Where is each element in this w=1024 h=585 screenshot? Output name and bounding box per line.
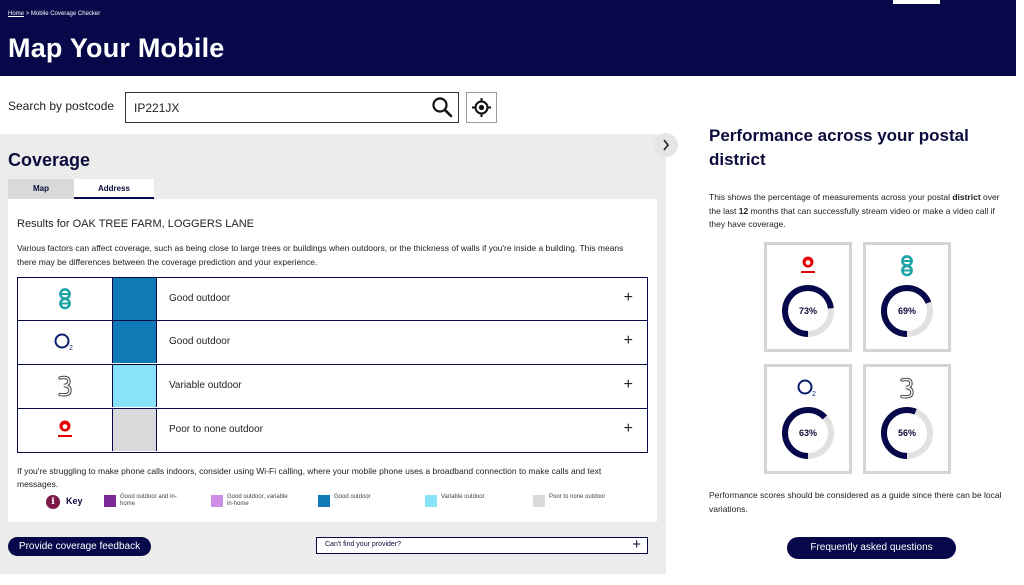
page-edge (1016, 0, 1024, 585)
o2-logo-icon: 2 (18, 321, 112, 363)
performance-percent: 73% (798, 306, 817, 316)
three-logo-icon (866, 375, 948, 401)
coverage-swatch (112, 365, 157, 407)
coverage-row-o2[interactable]: 2 Good outdoor + (17, 321, 648, 365)
locate-me-button[interactable] (466, 92, 497, 123)
performance-card-o2: 2 63% (764, 364, 852, 474)
breadcrumb: Home > Mobile Coverage Checker (8, 11, 100, 17)
coverage-key: i Key Good outdoor and in-home Good outd… (46, 493, 656, 511)
key-item-label: Good outdoor and in-home (120, 494, 177, 507)
expand-icon[interactable]: + (624, 419, 633, 439)
postcode-input[interactable] (134, 99, 414, 117)
performance-percent: 56% (897, 428, 916, 438)
coverage-row-vodafone[interactable]: Poor to none outdoor + (17, 409, 648, 453)
vodafone-logo-icon (18, 409, 112, 451)
ee-logo-icon (866, 253, 948, 279)
performance-percent: 63% (798, 428, 817, 438)
address-results: Results for OAK TREE FARM, LOGGERS LANE … (8, 199, 657, 522)
svg-text:2: 2 (812, 391, 816, 398)
coverage-panel: Coverage Map Address Results for OAK TRE… (0, 134, 666, 574)
vodafone-logo-icon (767, 253, 849, 279)
tab-address[interactable]: Address (74, 179, 154, 199)
page-header: Home > Mobile Coverage Checker Map Your … (0, 0, 1016, 76)
ee-logo-icon (18, 278, 112, 320)
coverage-status: Good outdoor (169, 336, 231, 347)
performance-card-ee: 69% (863, 242, 951, 352)
search-label: Search by postcode (8, 99, 115, 113)
key-item-label: Good outdoor (334, 494, 371, 500)
svg-text:2: 2 (69, 345, 73, 352)
performance-title: Performance across your postal district (709, 126, 969, 169)
collapse-panel-button[interactable] (654, 133, 678, 157)
coverage-description: Various factors can affect coverage, suc… (17, 243, 624, 267)
performance-section: Performance across your postal district … (709, 124, 1009, 229)
postcode-search: Search by postcode (0, 90, 520, 124)
tab-map[interactable]: Map (8, 179, 74, 199)
key-swatch (533, 495, 545, 507)
cant-find-provider-label: Can't find your provider? (325, 541, 402, 548)
cant-find-provider-toggle[interactable]: Can't find your provider? + (316, 536, 648, 554)
o2-logo-icon: 2 (767, 375, 849, 401)
coverage-table: Good outdoor + 2 Good outdoor + Variable… (17, 277, 648, 453)
faq-button[interactable]: Frequently asked questions (787, 537, 956, 559)
breadcrumb-current: Mobile Coverage Checker (30, 11, 101, 17)
breadcrumb-home-link[interactable]: Home (8, 11, 24, 17)
info-icon: i (46, 495, 60, 509)
coverage-row-three[interactable]: Variable outdoor + (17, 365, 648, 409)
coverage-swatch (112, 409, 157, 451)
performance-intro: This shows the percentage of measurement… (709, 192, 1000, 229)
key-swatch (104, 495, 116, 507)
coverage-title: Coverage (8, 150, 91, 170)
page-title: Map Your Mobile (8, 33, 225, 63)
performance-card-three: 56% (863, 364, 951, 474)
performance-card-vodafone: 73% (764, 242, 852, 352)
coverage-status: Variable outdoor (169, 380, 242, 391)
expand-icon[interactable]: + (624, 288, 633, 308)
key-item-label: Variable outdoor (441, 494, 485, 500)
search-box (125, 92, 459, 123)
coverage-swatch (112, 278, 157, 320)
key-swatch (318, 495, 330, 507)
plus-icon: + (632, 536, 641, 553)
coverage-tabs: Map Address (8, 179, 154, 199)
coverage-swatch (112, 321, 157, 363)
key-label: Key (66, 496, 83, 506)
chevron-right-icon (663, 139, 670, 151)
expand-icon[interactable]: + (624, 375, 633, 395)
coverage-status: Good outdoor (169, 293, 231, 304)
magnifier-icon[interactable] (431, 96, 453, 118)
key-item-label: Good outdoor, variable in-home (227, 494, 288, 507)
results-heading: Results for OAK TREE FARM, LOGGERS LANE (17, 218, 254, 230)
crosshair-location-icon (472, 98, 491, 117)
coverage-row-ee[interactable]: Good outdoor + (17, 277, 648, 321)
key-swatch (425, 495, 437, 507)
provide-feedback-button[interactable]: Provide coverage feedback (8, 537, 151, 556)
performance-percent: 69% (897, 306, 916, 316)
three-logo-icon (18, 365, 112, 407)
expand-icon[interactable]: + (624, 331, 633, 351)
coverage-status: Poor to none outdoor (169, 424, 263, 435)
header-top-tab (893, 0, 940, 4)
wifi-calling-note: If you're struggling to make phone calls… (17, 466, 602, 489)
key-item-label: Poor to none outdoor (549, 494, 606, 500)
performance-note: Performance scores should be considered … (709, 490, 1002, 514)
breadcrumb-separator: > (25, 11, 30, 17)
key-swatch (211, 495, 223, 507)
